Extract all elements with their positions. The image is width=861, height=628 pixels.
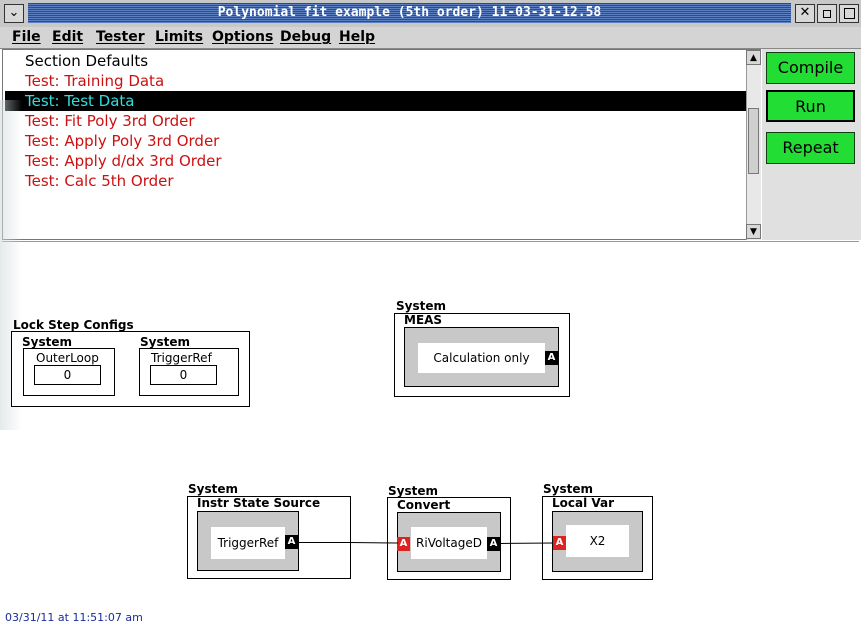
menu-edit[interactable]: Edit xyxy=(52,28,83,46)
instr-content: TriggerRef xyxy=(211,527,285,559)
maximize-icon xyxy=(843,8,855,19)
localvar-label: Local Var xyxy=(552,496,615,510)
instr-label: Instr State Source xyxy=(197,496,321,510)
minimize-button[interactable] xyxy=(817,4,837,23)
outerloop-label: OuterLoop xyxy=(36,351,99,365)
list-item-fit-poly[interactable]: Test: Fit Poly 3rd Order xyxy=(5,111,746,131)
list-item-apply-poly[interactable]: Test: Apply Poly 3rd Order xyxy=(5,131,746,151)
menu-tester[interactable]: Tester xyxy=(96,28,145,46)
menu-help[interactable]: Help xyxy=(339,28,375,46)
instr-output-port[interactable]: A xyxy=(285,535,298,549)
outerloop-system-label: System xyxy=(22,335,72,349)
close-icon: ✕ xyxy=(799,5,811,20)
list-item-label: Section Defaults xyxy=(25,52,149,70)
list-item-label: Test: Training Data xyxy=(25,72,165,90)
close-button[interactable]: ✕ xyxy=(795,4,815,23)
scroll-down-icon[interactable]: ▼ xyxy=(746,224,761,239)
repeat-button[interactable]: Repeat xyxy=(766,132,855,164)
convert-system-label: System xyxy=(388,484,438,498)
maximize-button[interactable] xyxy=(839,4,859,23)
status-timestamp: 03/31/11 at 11:51:07 am xyxy=(5,611,143,624)
list-item-apply-ddx[interactable]: Test: Apply d/dx 3rd Order xyxy=(5,151,746,171)
localvar-content: X2 xyxy=(566,525,629,557)
run-button[interactable]: Run xyxy=(766,90,855,122)
window-title: Polynomial fit example (5th order) 11-03… xyxy=(217,5,602,20)
list-item-label: Test: Test Data xyxy=(25,92,135,110)
meas-system-label: System xyxy=(396,299,446,313)
scroll-up-icon[interactable]: ▲ xyxy=(746,50,761,65)
menu-options[interactable]: Options xyxy=(212,28,273,46)
scroll-thumb[interactable] xyxy=(748,108,759,174)
system-menu-button[interactable]: ⌄ xyxy=(4,4,24,23)
list-item-training-data[interactable]: Test: Training Data xyxy=(5,71,746,91)
triggerref-label: TriggerRef xyxy=(151,351,212,365)
menu-debug[interactable]: Debug xyxy=(280,28,331,46)
list-item-section-defaults[interactable]: Section Defaults xyxy=(5,51,746,71)
convert-label: Convert xyxy=(397,498,451,512)
menu-limits[interactable]: Limits xyxy=(155,28,203,46)
convert-output-port[interactable]: A xyxy=(487,537,500,551)
meas-output-port[interactable]: A xyxy=(545,351,558,365)
localvar-system-label: System xyxy=(543,482,593,496)
wire-segment xyxy=(298,542,350,543)
chevron-down-icon: ⌄ xyxy=(8,5,20,20)
triggerref-system-label: System xyxy=(140,335,190,349)
convert-content: RiVoltageD xyxy=(411,527,487,559)
list-item-label: Test: Apply d/dx 3rd Order xyxy=(25,152,222,170)
menu-file[interactable]: File xyxy=(12,28,41,46)
lockstep-title: Lock Step Configs xyxy=(13,318,134,332)
triggerref-value[interactable]: 0 xyxy=(150,365,217,385)
list-item-test-data[interactable]: Test: Test Data xyxy=(5,91,746,111)
list-item-calc-5th[interactable]: Test: Calc 5th Order xyxy=(5,171,746,191)
localvar-input-port[interactable]: A xyxy=(553,536,566,550)
list-item-label: Test: Apply Poly 3rd Order xyxy=(25,132,220,150)
minimize-icon xyxy=(823,10,831,18)
list-item-label: Test: Calc 5th Order xyxy=(25,172,174,190)
meas-content: Calculation only xyxy=(418,343,545,373)
compile-button[interactable]: Compile xyxy=(766,52,855,84)
meas-label: MEAS xyxy=(404,313,443,327)
outerloop-value[interactable]: 0 xyxy=(34,365,101,385)
instr-system-label: System xyxy=(188,482,238,496)
list-item-label: Test: Fit Poly 3rd Order xyxy=(25,112,195,130)
convert-input-port[interactable]: A xyxy=(397,537,410,551)
